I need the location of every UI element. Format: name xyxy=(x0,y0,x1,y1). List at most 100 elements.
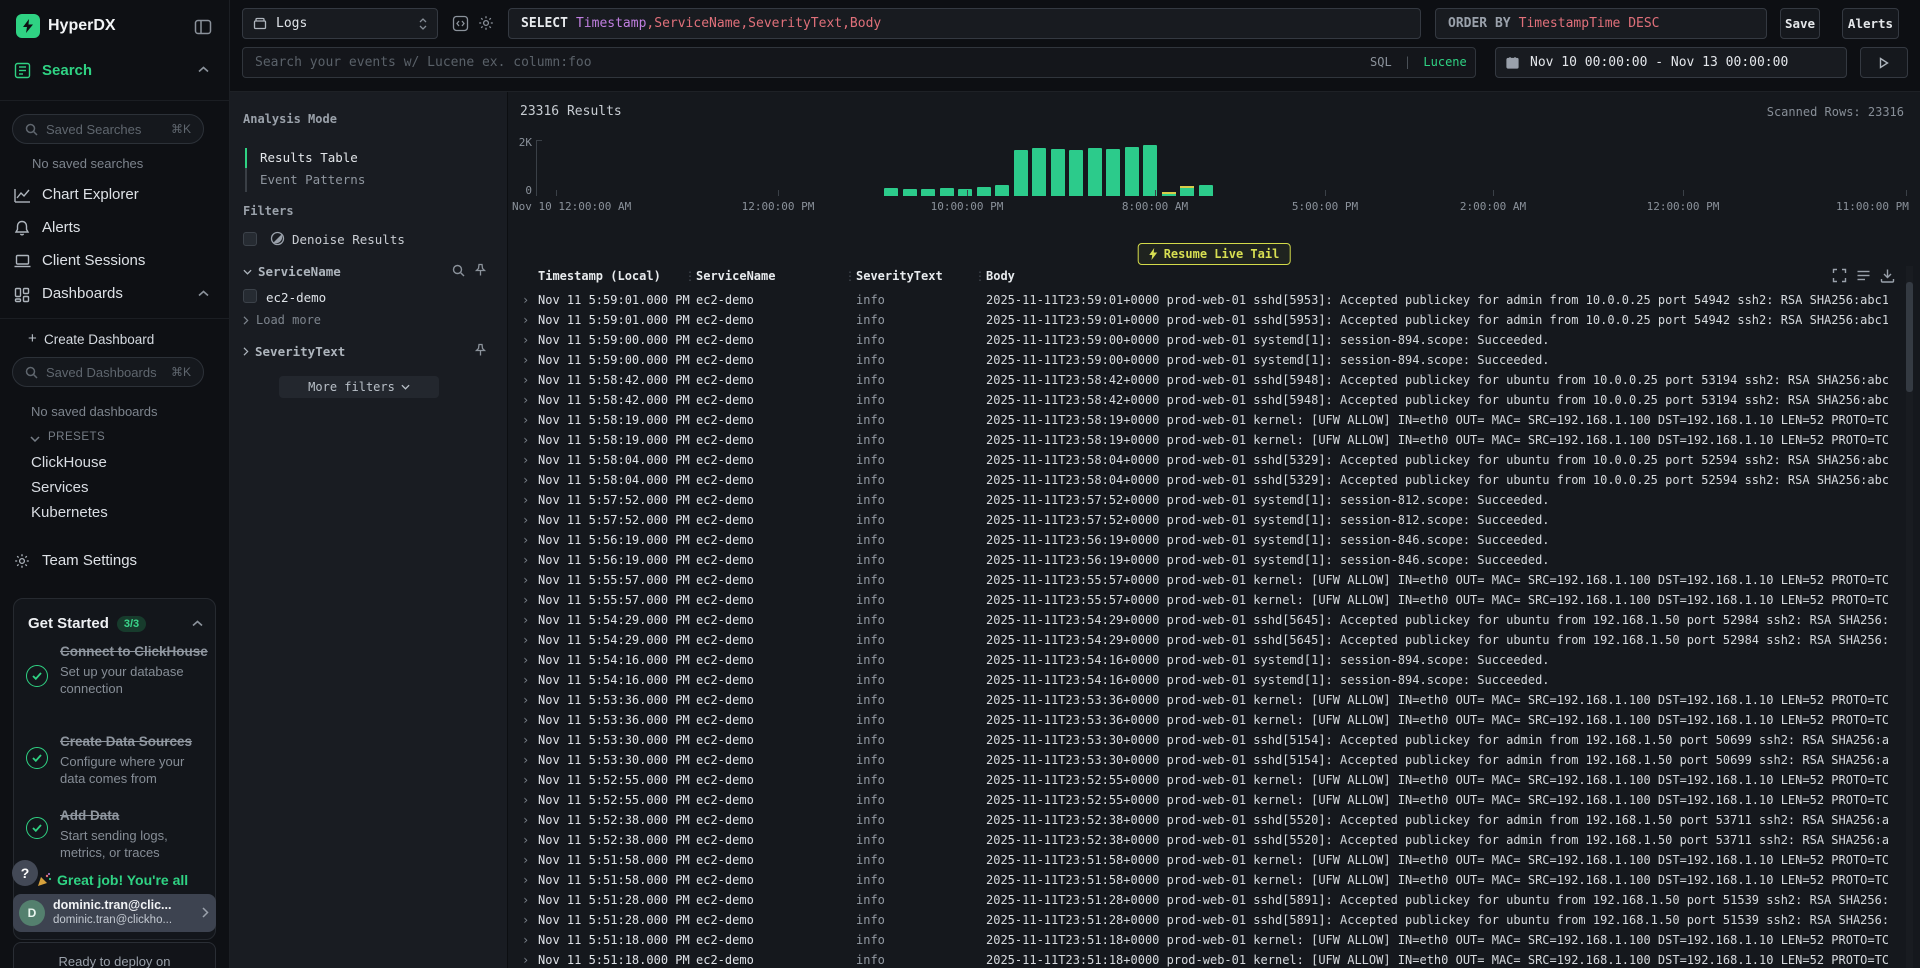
filter-group-severitytext[interactable]: SeverityText xyxy=(243,344,345,359)
row-expand-chevron-icon[interactable]: › xyxy=(522,733,529,747)
servicename-ec2-demo-label[interactable]: ec2-demo xyxy=(266,290,326,305)
table-row[interactable]: ›Nov 11 5:56:19.000 PMec2-demoinfo2025-1… xyxy=(508,550,1904,570)
row-expand-chevron-icon[interactable]: › xyxy=(522,473,529,487)
histogram-bar[interactable] xyxy=(1051,149,1065,196)
saved-dashboards-input[interactable]: Saved Dashboards ⌘K xyxy=(12,357,204,387)
histogram-bar[interactable] xyxy=(884,188,898,196)
load-more-button[interactable]: Load more xyxy=(243,313,321,327)
histogram-bar[interactable] xyxy=(1125,147,1139,196)
scrollbar-thumb[interactable] xyxy=(1906,282,1913,392)
filter-search-icon[interactable] xyxy=(452,264,465,277)
histogram-bar[interactable] xyxy=(921,189,935,196)
table-row[interactable]: ›Nov 11 5:52:55.000 PMec2-demoinfo2025-1… xyxy=(508,770,1904,790)
saved-searches-input[interactable]: Saved Searches ⌘K xyxy=(12,114,204,144)
save-button[interactable]: Save xyxy=(1780,8,1820,39)
table-row[interactable]: ›Nov 11 5:55:57.000 PMec2-demoinfo2025-1… xyxy=(508,570,1904,590)
collapse-sidebar-icon[interactable] xyxy=(194,18,212,36)
sidebar-item-team-settings[interactable]: Team Settings xyxy=(42,552,137,569)
query-settings-gear-icon[interactable] xyxy=(478,15,494,31)
table-row[interactable]: ›Nov 11 5:54:16.000 PMec2-demoinfo2025-1… xyxy=(508,650,1904,670)
row-expand-chevron-icon[interactable]: › xyxy=(522,693,529,707)
histogram-bar[interactable] xyxy=(958,189,972,196)
histogram-bar[interactable] xyxy=(977,187,991,196)
table-row[interactable]: ›Nov 11 5:51:18.000 PMec2-demoinfo2025-1… xyxy=(508,950,1904,968)
table-row[interactable]: ›Nov 11 5:52:55.000 PMec2-demoinfo2025-1… xyxy=(508,790,1904,810)
order-by-input[interactable]: ORDER BY TimestampTime DESC xyxy=(1435,8,1767,39)
row-expand-chevron-icon[interactable]: › xyxy=(522,353,529,367)
denoise-label[interactable]: Denoise Results xyxy=(292,232,405,247)
table-row[interactable]: ›Nov 11 5:52:38.000 PMec2-demoinfo2025-1… xyxy=(508,810,1904,830)
sidebar-item-alerts[interactable]: Alerts xyxy=(42,219,80,236)
user-menu[interactable]: D dominic.tran@clic... dominic.tran@clic… xyxy=(13,894,216,932)
column-separator[interactable]: ⋮ xyxy=(974,269,986,283)
search-input[interactable] xyxy=(242,47,1476,78)
col-header-servicename[interactable]: ServiceName xyxy=(696,269,775,283)
histogram-bar[interactable] xyxy=(1014,150,1028,196)
row-expand-chevron-icon[interactable]: › xyxy=(522,373,529,387)
table-row[interactable]: ›Nov 11 5:59:00.000 PMec2-demoinfo2025-1… xyxy=(508,350,1904,370)
resume-live-tail-button[interactable]: Resume Live Tail xyxy=(1138,243,1291,265)
row-expand-chevron-icon[interactable]: › xyxy=(522,433,529,447)
row-expand-chevron-icon[interactable]: › xyxy=(522,493,529,507)
hyperdx-logo[interactable] xyxy=(16,14,40,38)
histogram-bar[interactable] xyxy=(1143,145,1157,196)
row-expand-chevron-icon[interactable]: › xyxy=(522,413,529,427)
denoise-checkbox[interactable] xyxy=(243,232,257,246)
time-range-picker[interactable]: Nov 10 00:00:00 - Nov 13 00:00:00 xyxy=(1495,47,1847,78)
sql-mode-button[interactable]: SQL xyxy=(1370,55,1392,69)
table-row[interactable]: ›Nov 11 5:51:58.000 PMec2-demoinfo2025-1… xyxy=(508,850,1904,870)
row-expand-chevron-icon[interactable]: › xyxy=(522,953,529,967)
table-row[interactable]: ›Nov 11 5:59:00.000 PMec2-demoinfo2025-1… xyxy=(508,330,1904,350)
create-dashboard-button[interactable]: Create Dashboard xyxy=(44,332,154,347)
sidebar-item-services[interactable]: Services xyxy=(31,479,89,496)
histogram-bar[interactable] xyxy=(1199,185,1213,196)
code-editor-icon[interactable] xyxy=(452,15,469,32)
expand-table-icon[interactable] xyxy=(1832,268,1847,283)
histogram-bar[interactable] xyxy=(1106,149,1120,196)
table-row[interactable]: ›Nov 11 5:59:01.000 PMec2-demoinfo2025-1… xyxy=(508,310,1904,330)
row-expand-chevron-icon[interactable]: › xyxy=(522,873,529,887)
table-row[interactable]: ›Nov 11 5:58:42.000 PMec2-demoinfo2025-1… xyxy=(508,370,1904,390)
table-row[interactable]: ›Nov 11 5:54:16.000 PMec2-demoinfo2025-1… xyxy=(508,670,1904,690)
row-expand-chevron-icon[interactable]: › xyxy=(522,853,529,867)
pin-icon[interactable] xyxy=(474,343,487,357)
col-header-timestamp[interactable]: Timestamp (Local) xyxy=(538,269,661,283)
table-row[interactable]: ›Nov 11 5:58:04.000 PMec2-demoinfo2025-1… xyxy=(508,470,1904,490)
row-expand-chevron-icon[interactable]: › xyxy=(522,293,529,307)
dashboards-collapse-chevron-icon[interactable] xyxy=(198,290,209,297)
column-separator[interactable]: ⋮ xyxy=(844,269,856,283)
histogram-bar[interactable] xyxy=(1180,186,1194,196)
table-row[interactable]: ›Nov 11 5:57:52.000 PMec2-demoinfo2025-1… xyxy=(508,510,1904,530)
row-expand-chevron-icon[interactable]: › xyxy=(522,913,529,927)
get-started-step[interactable]: Connect to ClickHouse Set up your databa… xyxy=(60,643,208,698)
table-row[interactable]: ›Nov 11 5:58:19.000 PMec2-demoinfo2025-1… xyxy=(508,430,1904,450)
table-row[interactable]: ›Nov 11 5:51:58.000 PMec2-demoinfo2025-1… xyxy=(508,870,1904,890)
row-expand-chevron-icon[interactable]: › xyxy=(522,753,529,767)
histogram-bar[interactable] xyxy=(995,185,1009,196)
row-expand-chevron-icon[interactable]: › xyxy=(522,933,529,947)
sidebar-item-chart-explorer[interactable]: Chart Explorer xyxy=(42,186,139,203)
row-expand-chevron-icon[interactable]: › xyxy=(522,533,529,547)
column-separator[interactable]: ⋮ xyxy=(684,269,696,283)
row-expand-chevron-icon[interactable]: › xyxy=(522,553,529,567)
lucene-mode-button[interactable]: Lucene xyxy=(1423,55,1466,69)
get-started-step[interactable]: Add Data Start sending logs, metrics, or… xyxy=(60,807,210,862)
get-started-step[interactable]: Create Data Sources Configure where your… xyxy=(60,733,210,788)
mode-results-table[interactable]: Results Table xyxy=(260,150,358,165)
histogram-bar[interactable] xyxy=(1162,192,1176,196)
row-expand-chevron-icon[interactable]: › xyxy=(522,893,529,907)
row-expand-chevron-icon[interactable]: › xyxy=(522,513,529,527)
row-expand-chevron-icon[interactable]: › xyxy=(522,813,529,827)
row-expand-chevron-icon[interactable]: › xyxy=(522,773,529,787)
run-query-button[interactable] xyxy=(1860,47,1908,78)
table-row[interactable]: ›Nov 11 5:53:36.000 PMec2-demoinfo2025-1… xyxy=(508,710,1904,730)
row-expand-chevron-icon[interactable]: › xyxy=(522,593,529,607)
help-button[interactable]: ? xyxy=(12,860,38,886)
table-row[interactable]: ›Nov 11 5:58:04.000 PMec2-demoinfo2025-1… xyxy=(508,450,1904,470)
row-expand-chevron-icon[interactable]: › xyxy=(522,673,529,687)
get-started-collapse-chevron-icon[interactable] xyxy=(192,620,203,627)
col-header-severitytext[interactable]: SeverityText xyxy=(856,269,943,283)
histogram-bar[interactable] xyxy=(1088,148,1102,196)
table-row[interactable]: ›Nov 11 5:55:57.000 PMec2-demoinfo2025-1… xyxy=(508,590,1904,610)
table-row[interactable]: ›Nov 11 5:56:19.000 PMec2-demoinfo2025-1… xyxy=(508,530,1904,550)
